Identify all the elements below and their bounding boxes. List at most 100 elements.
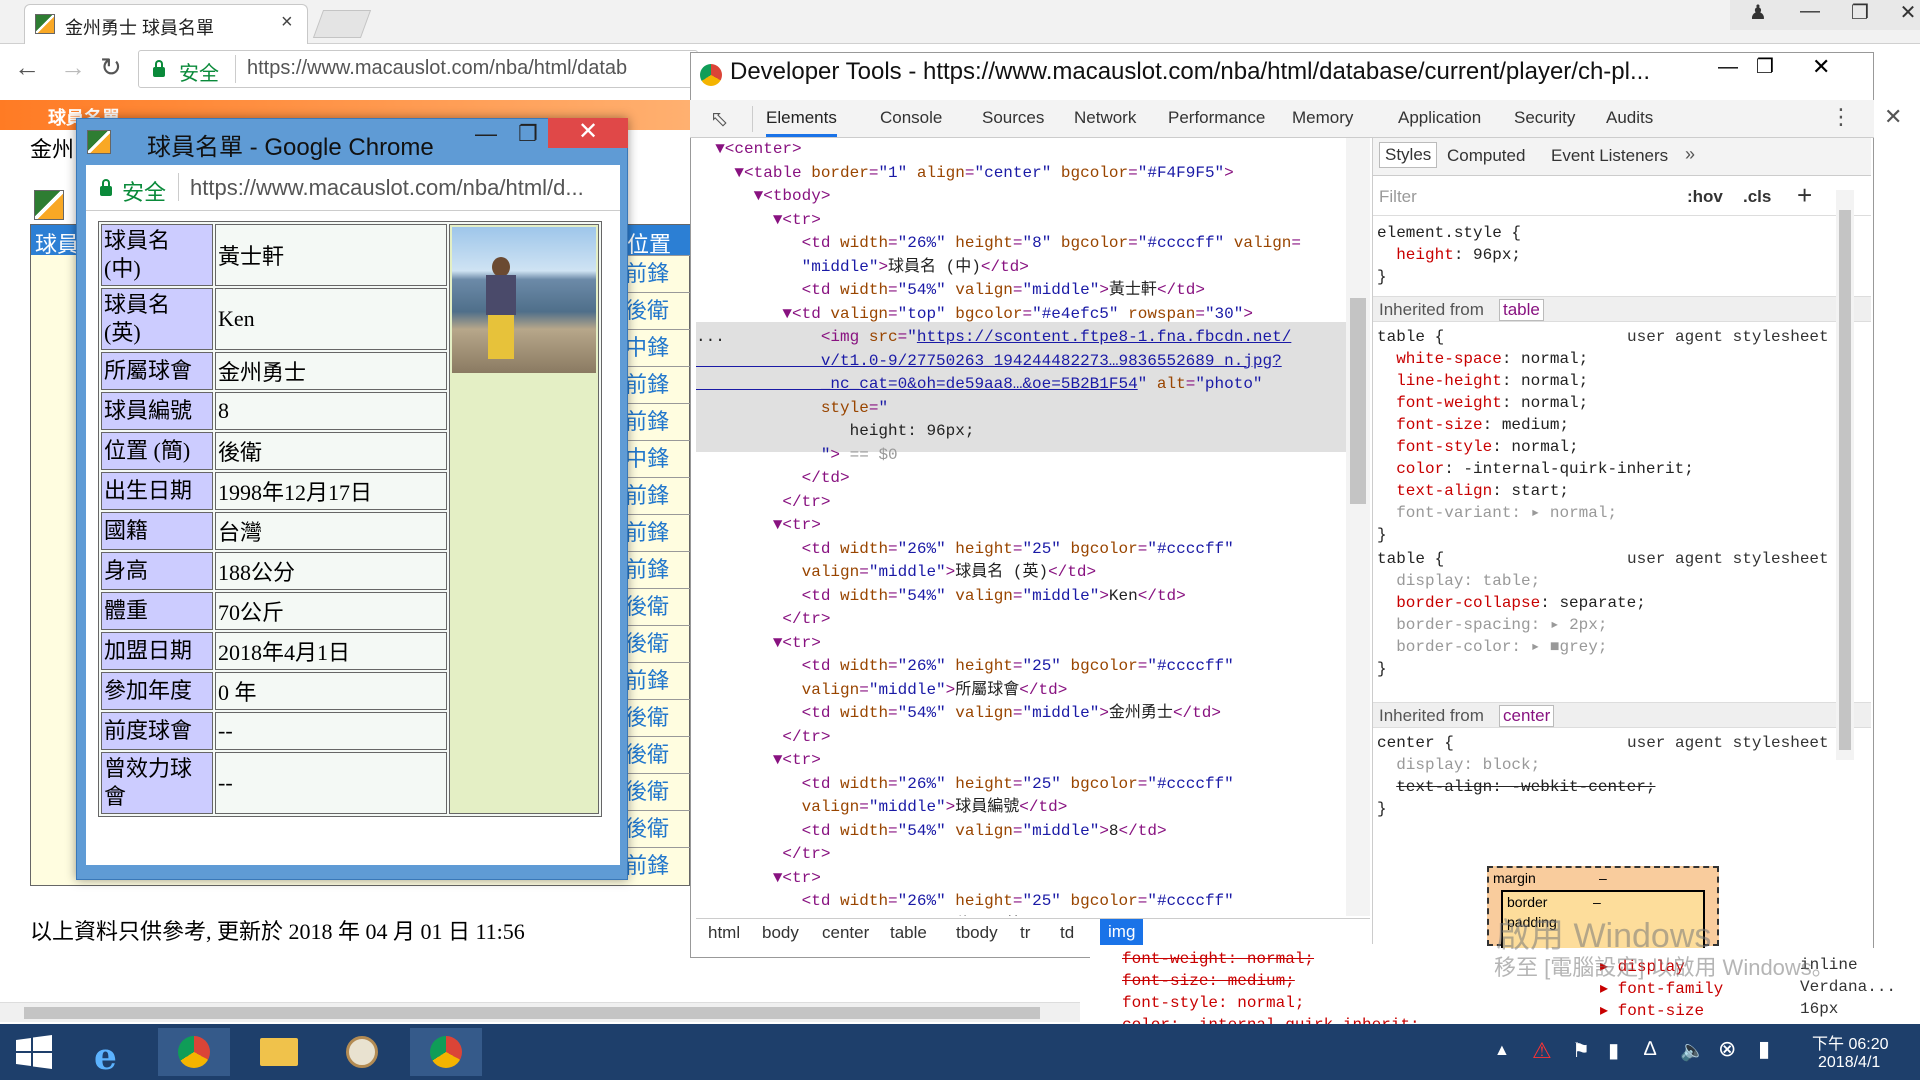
player-info-value: 0 年	[215, 672, 447, 710]
tab-close-icon[interactable]: ×	[281, 11, 293, 34]
styles-tab-computed[interactable]: Computed	[1447, 146, 1525, 166]
chrome-icon	[700, 64, 722, 86]
scrollbar-thumb[interactable]	[24, 1007, 1040, 1019]
popup-minimize-icon[interactable]: —	[475, 121, 497, 147]
computed-right-key: ▸ font-family	[1600, 980, 1724, 998]
inherited-table-link[interactable]: table	[1499, 299, 1544, 321]
tab-elements[interactable]: Elements	[766, 108, 837, 137]
inspect-element-icon[interactable]: ⬁	[710, 106, 728, 132]
breadcrumb-item[interactable]: tr	[1020, 923, 1030, 943]
more-tabs-icon[interactable]: »	[1685, 144, 1695, 165]
tab-performance[interactable]: Performance	[1168, 108, 1265, 128]
paint-icon[interactable]	[326, 1028, 398, 1076]
styles-filter-input[interactable]: Filter	[1379, 187, 1417, 207]
inherited-center-link[interactable]: center	[1499, 705, 1555, 727]
popup-maximize-icon[interactable]: ❐	[518, 121, 538, 147]
horizontal-scrollbar[interactable]	[0, 1002, 1080, 1022]
no-connection-icon[interactable]: ⊗	[1718, 1036, 1736, 1062]
breadcrumb-item[interactable]: tbody	[956, 923, 998, 943]
breadcrumb-item[interactable]: html	[708, 923, 740, 943]
tab-console[interactable]: Console	[880, 108, 942, 128]
footer-note: 以上資料只供參考, 更新於 2018 年 04 月 01 日 11:56	[30, 919, 525, 944]
tab-network[interactable]: Network	[1074, 108, 1136, 128]
tab-security[interactable]: Security	[1514, 108, 1575, 128]
popup-url[interactable]: https://www.macauslot.com/nba/html/d...	[190, 175, 584, 201]
player-info-value: 金州勇士	[215, 352, 447, 390]
main-url[interactable]: https://www.macauslot.com/nba/html/datab	[247, 57, 627, 80]
breadcrumb-item[interactable]: td	[1060, 923, 1074, 943]
tab-application[interactable]: Application	[1398, 108, 1481, 128]
antivirus-icon[interactable]: ⚠	[1532, 1038, 1552, 1064]
player-info-label: 所屬球會	[101, 352, 213, 390]
tab-memory[interactable]: Memory	[1292, 108, 1353, 128]
file-explorer-icon[interactable]	[242, 1028, 314, 1076]
breadcrumb-item[interactable]: table	[890, 923, 927, 943]
player-info-label: 曾效力球 會	[101, 752, 213, 814]
ime-icon[interactable]: ▮	[1758, 1036, 1770, 1062]
tab-sources[interactable]: Sources	[982, 108, 1044, 128]
player-info-row: 球員名 (中) 黃士軒	[101, 224, 599, 814]
profile-icon[interactable]: ♟	[1728, 0, 1788, 25]
devtools-maximize-icon[interactable]: ❐	[1756, 54, 1774, 79]
computed-right-row[interactable]: ▸ font-size 16px	[1600, 1000, 1900, 1022]
close-icon[interactable]: ✕	[1878, 0, 1920, 25]
styles-filter-bar: Filter :hov .cls +	[1373, 178, 1871, 216]
player-info-value: 2018年4月1日	[215, 632, 447, 670]
styles-scrollbar-thumb[interactable]	[1839, 210, 1851, 750]
popup-close-icon[interactable]: ✕	[548, 118, 628, 148]
player-info-value: 1998年12月17日	[215, 472, 447, 510]
tab-audits[interactable]: Audits	[1606, 108, 1653, 128]
styles-scrollbar[interactable]	[1836, 190, 1854, 760]
reload-icon[interactable]: ↻	[100, 52, 122, 83]
clock-time[interactable]: 下午 06:20	[1812, 1030, 1889, 1054]
omnibox-divider	[235, 55, 236, 83]
clock-date[interactable]: 2018/4/1	[1818, 1054, 1880, 1072]
popup-address-bar[interactable]: 安全 https://www.macauslot.com/nba/html/d.…	[86, 165, 620, 211]
forward-icon[interactable]: →	[60, 52, 86, 83]
devtools-menu-icon[interactable]: ⋮	[1830, 104, 1852, 130]
table-ua-rule-2[interactable]: table { display: table; border-collapse:…	[1377, 548, 1646, 680]
power-icon[interactable]: ▮	[1608, 1038, 1619, 1063]
devtools-side-close-icon[interactable]: ✕	[1884, 104, 1902, 130]
breadcrumb-item[interactable]: center	[822, 923, 869, 943]
flag-icon[interactable]: ⚑	[1572, 1038, 1590, 1063]
position-cell: 前鋒	[621, 662, 691, 699]
start-button[interactable]	[6, 1028, 78, 1076]
favicon-icon	[35, 14, 55, 34]
position-cell: 後衛	[621, 625, 691, 662]
main-omnibox[interactable]: 安全 https://www.macauslot.com/nba/html/da…	[138, 50, 698, 88]
volume-icon[interactable]: 🔈	[1680, 1038, 1705, 1063]
computed-property: font-style: normal;	[1122, 994, 1305, 1012]
breadcrumb: html body center table tbody tr td img	[696, 918, 1370, 946]
table-ua-rule-1[interactable]: table { white-space: normal; line-height…	[1377, 326, 1694, 546]
elements-scrollbar[interactable]	[1346, 138, 1370, 916]
cls-toggle[interactable]: .cls	[1743, 187, 1771, 207]
devtools-minimize-icon[interactable]: —	[1718, 56, 1738, 79]
internet-explorer-icon[interactable]: e	[74, 1028, 146, 1078]
position-cell: 前鋒	[621, 514, 691, 551]
elements-scrollbar-thumb[interactable]	[1350, 298, 1366, 504]
network-icon[interactable]: ∆	[1644, 1038, 1656, 1061]
tray-overflow-icon[interactable]: ▲	[1494, 1042, 1510, 1060]
new-tab-button[interactable]	[312, 10, 372, 38]
chrome-taskbar-icon-1[interactable]	[158, 1028, 230, 1076]
elements-tree[interactable]: ▼<center> ▼<table border="1" align="cent…	[696, 138, 1346, 916]
styles-tab-styles[interactable]: Styles	[1379, 142, 1438, 168]
back-icon[interactable]: ←	[14, 52, 40, 83]
dom-tree-code[interactable]: ▼<center> ▼<table border="1" align="cent…	[696, 138, 1301, 916]
breadcrumb-item[interactable]: img	[1100, 919, 1144, 945]
inherited-center-header: Inherited from center	[1373, 702, 1871, 728]
styles-tab-event-listeners[interactable]: Event Listeners	[1551, 146, 1668, 166]
chrome-taskbar-icon-2[interactable]	[410, 1028, 482, 1076]
center-ua-rule[interactable]: center { display: block; text-align: -we…	[1377, 732, 1655, 820]
element-style-rule[interactable]: element.style { height: 96px; }	[1377, 222, 1521, 288]
player-info-label: 位置 (簡)	[101, 432, 213, 470]
new-rule-icon[interactable]: +	[1797, 180, 1812, 211]
hov-toggle[interactable]: :hov	[1687, 187, 1723, 207]
breadcrumb-item[interactable]: body	[762, 923, 799, 943]
box-model-margin-label: margin	[1493, 870, 1536, 886]
main-tab[interactable]: 金州勇士 球員名單 ×	[24, 4, 308, 44]
devtools-close-icon[interactable]: ✕	[1812, 54, 1830, 80]
position-cell: 前鋒	[621, 255, 691, 292]
team-logo-icon	[34, 190, 64, 220]
